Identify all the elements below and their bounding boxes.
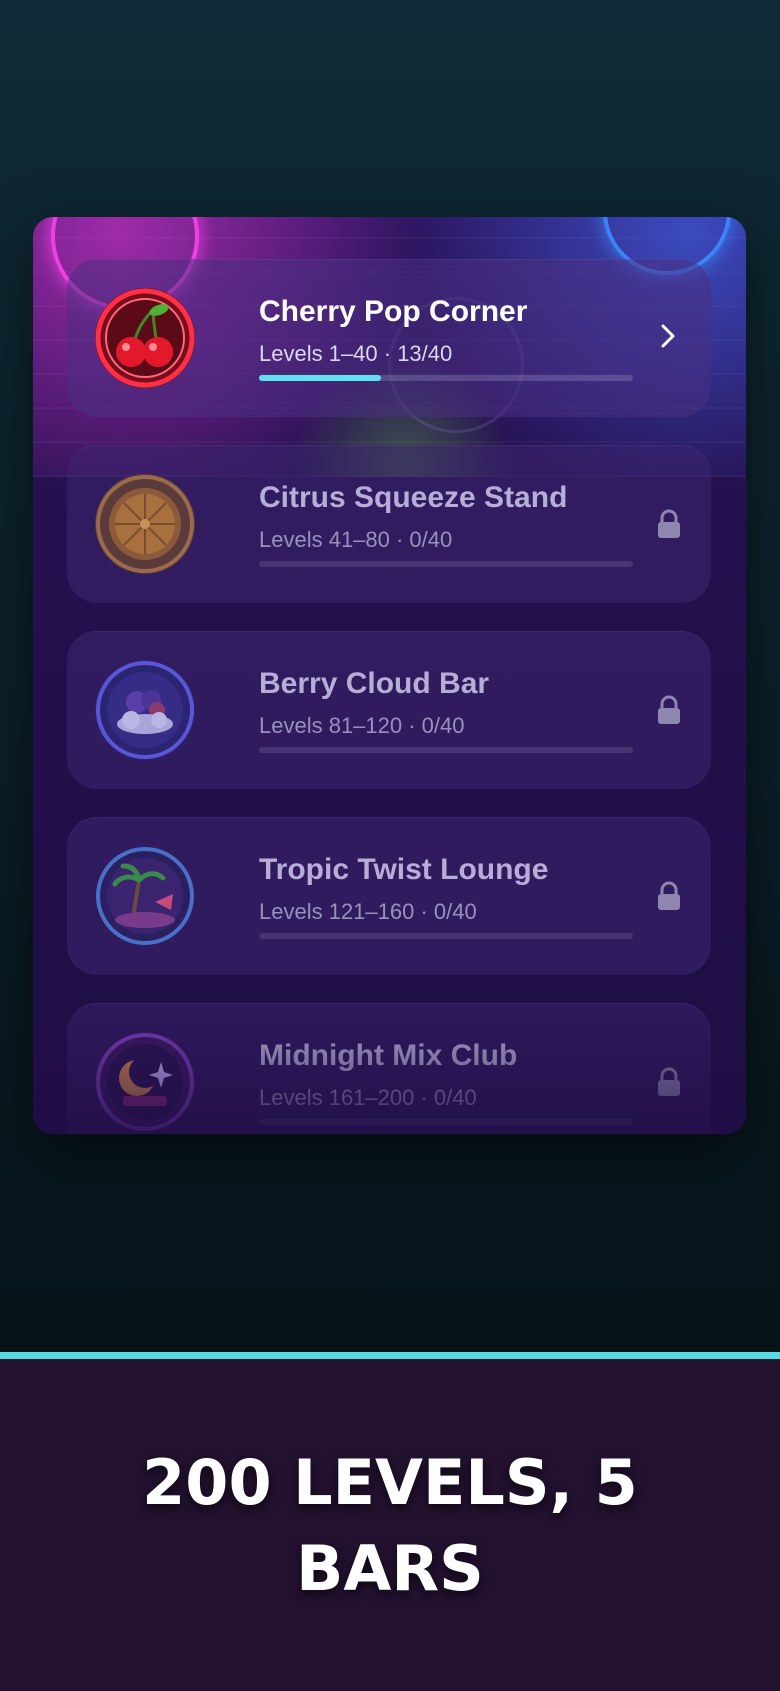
orange-slice-icon (93, 472, 197, 576)
palm-beach-icon (93, 844, 197, 948)
lock-icon (655, 695, 683, 725)
bar-title: Cherry Pop Corner (259, 295, 528, 328)
progress-fill (259, 375, 381, 381)
progress-bar (259, 933, 633, 939)
bar-levels-progress: Levels 81–120 · 0/40 (259, 713, 465, 738)
cherry-icon (93, 286, 197, 390)
moon-star-icon (93, 1030, 197, 1134)
lock-icon (655, 1067, 683, 1097)
bar-card-cherry-pop-corner[interactable]: Cherry Pop Corner Levels 1–40 · 13/40 (67, 259, 711, 417)
lock-icon (655, 509, 683, 539)
bar-title: Midnight Mix Club (259, 1039, 518, 1072)
bar-card-citrus-squeeze-stand[interactable]: Citrus Squeeze Stand Levels 41–80 · 0/40 (67, 445, 711, 603)
bar-levels-progress: Levels 161–200 · 0/40 (259, 1085, 477, 1110)
bar-title: Berry Cloud Bar (259, 667, 490, 700)
bar-card-berry-cloud-bar[interactable]: Berry Cloud Bar Levels 81–120 · 0/40 (67, 631, 711, 789)
bar-card-tropic-twist-lounge[interactable]: Tropic Twist Lounge Levels 121–160 · 0/4… (67, 817, 711, 975)
berry-cloud-icon (93, 658, 197, 762)
bar-title: Citrus Squeeze Stand (259, 481, 568, 514)
progress-bar (259, 561, 633, 567)
progress-bar (259, 1119, 633, 1125)
progress-bar (259, 375, 633, 381)
bar-levels-progress: Levels 1–40 · 13/40 (259, 341, 453, 366)
bar-card-midnight-mix-club[interactable]: Midnight Mix Club Levels 161–200 · 0/40 (67, 1003, 711, 1134)
chevron-right-icon[interactable] (653, 321, 683, 351)
bar-select-panel: Cherry Pop Corner Levels 1–40 · 13/40 Ci… (33, 217, 746, 1134)
headline-caption: 200 LEVELS, 5 BARS (142, 1446, 638, 1605)
bar-levels-progress: Levels 41–80 · 0/40 (259, 527, 453, 552)
accent-divider (0, 1352, 780, 1359)
progress-bar (259, 747, 633, 753)
bar-levels-progress: Levels 121–160 · 0/40 (259, 899, 477, 924)
lock-icon (655, 881, 683, 911)
bar-title: Tropic Twist Lounge (259, 853, 549, 886)
